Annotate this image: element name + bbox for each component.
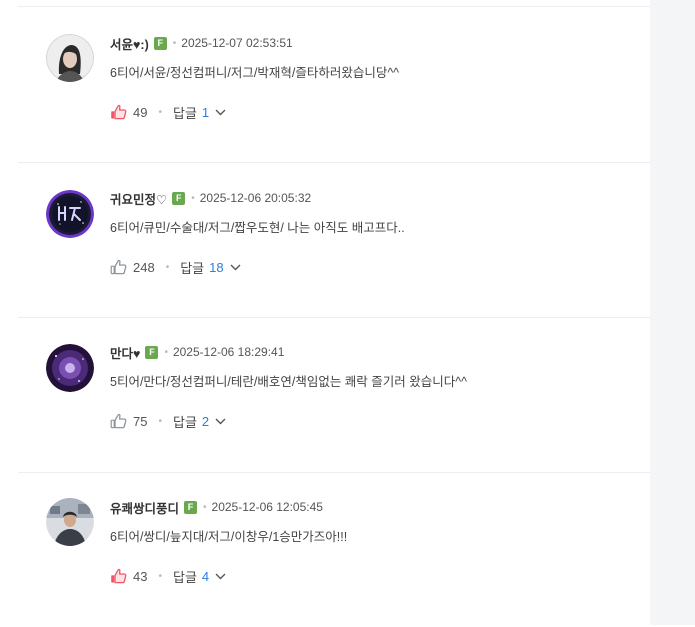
comment-item: 서윤♥:) F • 2025-12-07 02:53:51 6티어/서윤/정선컴… [18,7,650,163]
reply-label: 답글 [172,414,197,430]
action-separator: • [165,261,170,273]
fan-badge: F [172,191,186,205]
comment-meta: 서윤♥:) F • 2025-12-07 02:53:51 [110,34,293,52]
action-separator: • [158,570,162,582]
comment-text: 6티어/쌍디/늪지대/저그/이창우/1승만가즈아!!! [110,530,348,544]
like-count: 49 [133,104,148,120]
reply-button[interactable]: 답글 1 [173,103,226,122]
fan-badge: F [184,500,198,514]
like-button[interactable]: 49 [110,104,147,120]
reply-count: 2 [201,413,210,429]
avatar[interactable] [46,498,94,546]
comment-meta: 만다♥ F • 2025-12-06 18:29:41 [110,343,284,361]
thumbs-up-icon [110,413,127,429]
nickname[interactable]: 귀요민정♡ [110,189,167,208]
avatar[interactable] [46,34,94,82]
nickname[interactable]: 만다♥ [110,343,140,362]
comment-text: 5티어/만다/정선컴퍼니/테란/배호연/책임없는 쾌락 즐기러 왔습니다^^ [110,375,467,389]
avatar[interactable] [46,344,94,392]
chevron-down-icon [215,573,226,579]
comment-date: 2025-12-06 20:05:32 [199,191,312,205]
action-separator: • [158,106,162,118]
action-separator: • [158,415,162,427]
chevron-down-icon [215,418,226,424]
nickname[interactable]: 유쾌쌍디풍디 [110,498,179,517]
comment-meta: 유쾌쌍디풍디 F • 2025-12-06 12:05:45 [110,498,323,516]
comment-date: 2025-12-06 12:05:45 [211,500,323,514]
nickname[interactable]: 서윤♥:) [110,34,149,53]
reply-label: 답글 [172,569,197,585]
comment-actions: 248 • 답글 18 [110,256,241,278]
comment-text: 6티어/큐민/수술대/저그/짭우도현/ 나는 아직도 배고프다.. [110,221,405,235]
chevron-down-icon [215,109,226,115]
right-gutter [650,0,695,625]
comment-date: 2025-12-07 02:53:51 [181,36,293,50]
comment-actions: 75 • 답글 2 [110,410,226,432]
meta-separator: • [191,192,195,204]
reply-count: 1 [201,104,210,120]
reply-label: 답글 [180,260,205,276]
comment-text: 6티어/서윤/정선컴퍼니/저그/박재혁/즐타하러왔습니당^^ [110,66,400,80]
fan-badge: F [153,36,167,50]
reply-count: 18 [209,259,224,275]
chevron-down-icon [230,264,241,270]
like-count: 43 [133,568,148,584]
thumbs-up-icon [111,104,127,120]
meta-separator: • [172,37,177,49]
avatar[interactable] [46,190,94,238]
reply-button[interactable]: 답글 18 [180,258,241,277]
like-count: 248 [133,259,155,275]
comment-actions: 43 • 답글 4 [110,565,226,587]
comment-date: 2025-12-06 18:29:41 [172,345,285,359]
reply-button[interactable]: 답글 2 [173,412,226,431]
comment-item: 유쾌쌍디풍디 F • 2025-12-06 12:05:45 6티어/쌍디/늪지… [18,472,650,627]
comment-item: 귀요민정♡ F • 2025-12-06 20:05:32 6티어/큐민/수술대… [18,162,650,318]
reply-count: 4 [201,568,210,584]
comment-item: 만다♥ F • 2025-12-06 18:29:41 5티어/만다/정선컴퍼니… [18,317,650,473]
comment-meta: 귀요민정♡ F • 2025-12-06 20:05:32 [110,189,311,207]
reply-button[interactable]: 답글 4 [173,567,226,586]
meta-separator: • [203,501,207,513]
meta-separator: • [164,346,168,358]
like-count: 75 [133,413,148,429]
like-button[interactable]: 75 [110,413,147,429]
comment-actions: 49 • 답글 1 [110,101,226,123]
reply-label: 답글 [172,105,197,121]
thumbs-up-icon [111,568,127,584]
fan-badge: F [145,345,159,359]
like-button[interactable]: 43 [110,568,147,584]
thumbs-up-icon [110,259,127,275]
like-button[interactable]: 248 [110,259,155,275]
